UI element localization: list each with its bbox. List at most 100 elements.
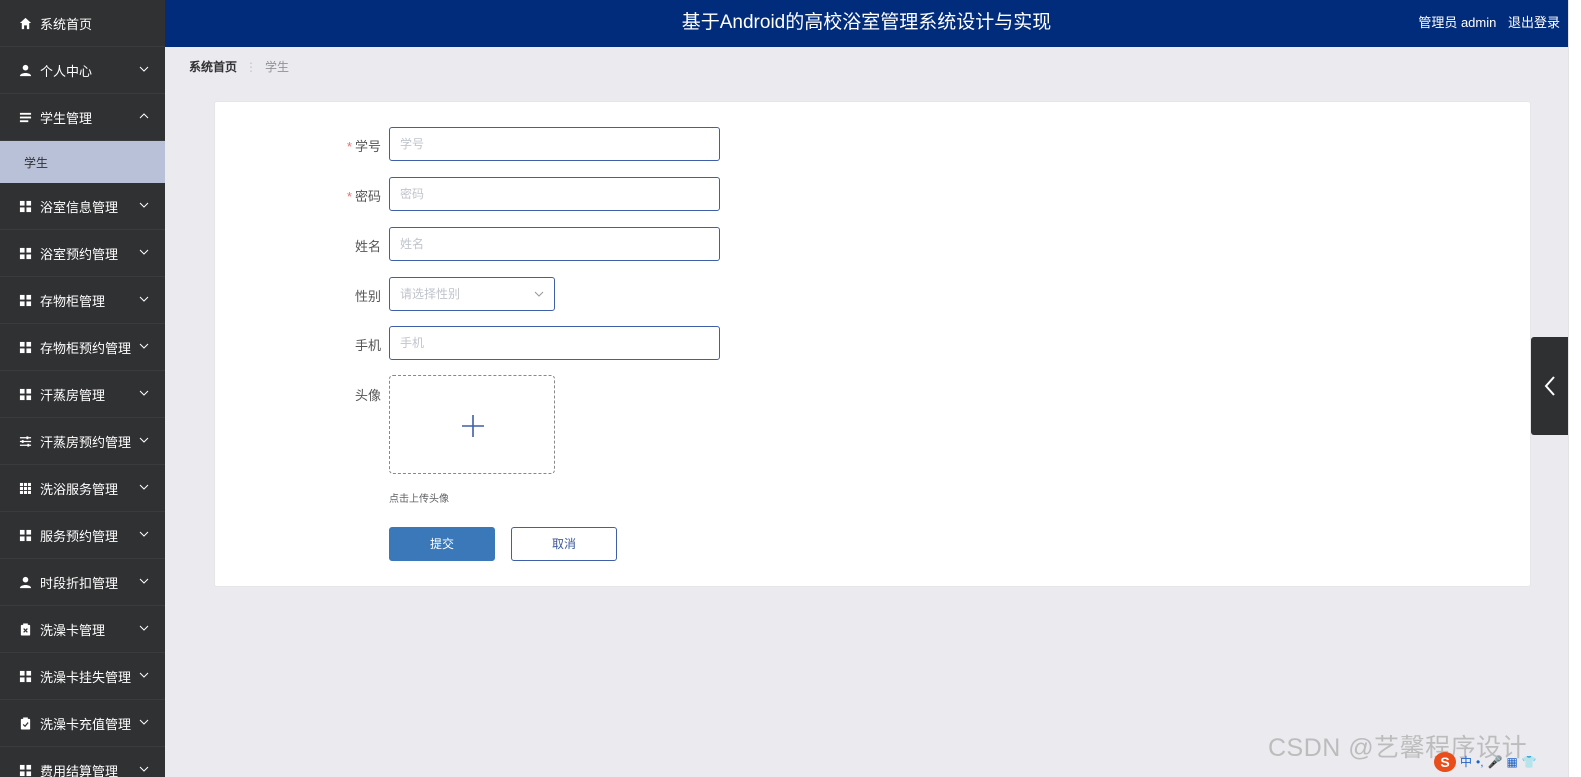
sidebar-item-label: 洗澡卡充值管理 — [40, 716, 132, 732]
name-label: 姓名 — [354, 239, 381, 254]
submit-button[interactable]: 提交 — [389, 527, 495, 561]
window-scrollbar[interactable] — [1568, 0, 1581, 777]
chevron-down-icon — [139, 625, 149, 631]
phone-input[interactable] — [389, 326, 720, 360]
avatar-label: 头像 — [354, 388, 381, 403]
sidebar-item[interactable]: 汗蒸房管理 — [0, 371, 165, 418]
avatar-upload-tip: 点击上传头像 — [389, 494, 449, 505]
sidebar-item[interactable]: 汗蒸房预约管理 — [0, 418, 165, 465]
sidebar-item[interactable]: 费用结算管理 — [0, 747, 165, 777]
sliders-icon — [18, 434, 32, 448]
sidebar-item[interactable]: 时段折扣管理 — [0, 559, 165, 606]
grid-icon — [18, 293, 32, 307]
sidebar-item-label: 浴室信息管理 — [40, 199, 119, 215]
app-title: 基于Android的高校浴室管理系统设计与实现 — [681, 12, 1052, 33]
sidebar-item-label: 洗澡卡挂失管理 — [40, 669, 132, 685]
home-icon — [18, 16, 32, 30]
required-mark: * — [346, 189, 352, 204]
breadcrumb-separator-icon: ⋮ — [245, 59, 258, 74]
chevron-down-icon — [534, 291, 544, 297]
grid-icon — [18, 669, 32, 683]
plus-icon — [462, 415, 484, 437]
sidebar-item-label: 费用结算管理 — [40, 763, 119, 777]
password-input[interactable] — [389, 177, 720, 211]
sidebar-item[interactable]: 学生管理 — [0, 94, 165, 141]
chevron-down-icon — [139, 202, 149, 208]
student-form-card: *学号 *密码 姓名 性别 请选择性别 手机 头像 点击上传头像 提交 取消 — [214, 101, 1531, 587]
breadcrumb-home[interactable]: 系统首页 — [189, 58, 237, 75]
chevron-down-icon — [139, 296, 149, 302]
ime-toolbar[interactable]: S 中 •, 🎤 ▦ 👕 — [1434, 751, 1568, 772]
chevron-down-icon — [139, 672, 149, 678]
sidebar-item-label: 存物柜预约管理 — [40, 340, 132, 356]
gender-select[interactable]: 请选择性别 — [389, 277, 555, 311]
sidebar-item[interactable]: 存物柜预约管理 — [0, 324, 165, 371]
sidebar-item[interactable]: 洗澡卡充值管理 — [0, 700, 165, 747]
sidebar-item[interactable]: 洗浴服务管理 — [0, 465, 165, 512]
list-icon — [18, 110, 32, 124]
chevron-down-icon — [139, 249, 149, 255]
sidebar-item-label: 学生管理 — [40, 110, 93, 126]
sidebar-item-label: 洗澡卡管理 — [40, 622, 106, 638]
chevron-down-icon — [139, 343, 149, 349]
sidebar-item-label: 洗浴服务管理 — [40, 481, 119, 497]
avatar-upload[interactable] — [389, 375, 555, 474]
ime-punctuation[interactable]: •, — [1476, 755, 1484, 769]
student-no-label: * 学号 — [346, 139, 381, 154]
sidebar-item[interactable]: 存物柜管理 — [0, 277, 165, 324]
sidebar-item-label: 存物柜管理 — [40, 293, 106, 309]
chevron-down-icon — [139, 484, 149, 490]
password-label: * 密码 — [346, 189, 381, 204]
sidebar-item[interactable]: 浴室信息管理 — [0, 183, 165, 230]
logout-link[interactable]: 退出登录 — [1508, 15, 1560, 30]
chevron-down-icon — [139, 719, 149, 725]
phone-label: 手机 — [354, 338, 381, 353]
top-header: 基于Android的高校浴室管理系统设计与实现 管理员 admin 退出登录 — [165, 0, 1568, 47]
chevron-down-icon — [139, 766, 149, 772]
sidebar-subitem-label: 学生 — [24, 155, 49, 170]
sidebar-item-label: 系统首页 — [40, 16, 93, 32]
chevron-down-icon — [139, 437, 149, 443]
sidebar-item[interactable]: 浴室预约管理 — [0, 230, 165, 277]
person-icon — [18, 63, 32, 77]
cancel-button[interactable]: 取消 — [511, 527, 617, 561]
sidebar: 系统首页个人中心学生管理学生浴室信息管理 浴室预约管理 存物柜管理存物柜预约管理 汗蒸… — [0, 0, 165, 777]
sidebar-item-label: 汗蒸房预约管理 — [40, 434, 132, 450]
breadcrumb-current: 学生 — [265, 60, 290, 74]
sidebar-item[interactable]: 个人中心 — [0, 47, 165, 94]
grid-icon — [18, 387, 32, 401]
grid-icon — [18, 340, 32, 354]
sidebar-item[interactable]: 系统首页 — [0, 0, 165, 47]
shirt-icon[interactable]: 👕 — [1522, 755, 1537, 769]
gender-label: 性别 — [354, 289, 381, 304]
sidebar-item[interactable]: 服务预约管理 — [0, 512, 165, 559]
grid-icon — [18, 246, 32, 260]
sidebar-subitem-student[interactable]: 学生 — [0, 141, 165, 183]
ime-language[interactable]: 中 — [1460, 753, 1472, 770]
sidebar-item-label: 汗蒸房管理 — [40, 387, 106, 403]
table-icon — [18, 481, 32, 495]
sidebar-item-label: 服务预约管理 — [40, 528, 119, 544]
sidebar-item-label: 浴室预约管理 — [40, 246, 119, 262]
keyboard-icon[interactable]: ▦ — [1507, 755, 1518, 769]
required-mark: * — [346, 139, 352, 154]
chevron-down-icon — [139, 578, 149, 584]
sidebar-item[interactable]: 洗澡卡管理 — [0, 606, 165, 653]
current-user: 管理员 admin — [1418, 15, 1497, 30]
sidebar-item-label: 个人中心 — [40, 63, 93, 79]
chevron-down-icon — [139, 390, 149, 396]
sogou-logo-icon: S — [1434, 751, 1456, 772]
chevron-down-icon — [139, 531, 149, 537]
name-input[interactable] — [389, 227, 720, 261]
student-no-input[interactable] — [389, 127, 720, 161]
header-user-area: 管理员 admin 退出登录 — [1410, 0, 1560, 46]
sidebar-item[interactable]: 洗澡卡挂失管理 — [0, 653, 165, 700]
chevron-down-icon — [139, 66, 149, 72]
clipboard-x-icon — [18, 622, 32, 636]
sidebar-item-label: 时段折扣管理 — [40, 575, 119, 591]
person-icon — [18, 575, 32, 589]
side-panel-toggle[interactable] — [1531, 337, 1568, 435]
microphone-icon[interactable]: 🎤 — [1488, 755, 1503, 769]
chevron-up-icon — [139, 113, 149, 119]
grid-icon — [18, 528, 32, 542]
